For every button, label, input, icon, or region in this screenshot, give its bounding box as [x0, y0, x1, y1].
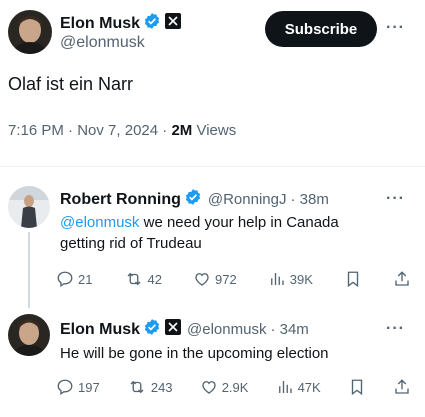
more-options-icon[interactable]: ···: [386, 190, 405, 208]
reply2-author-avatar[interactable]: [8, 314, 50, 356]
reply1-author-name[interactable]: Robert Ronning: [60, 191, 181, 209]
share-icon: [393, 270, 411, 288]
reply2-author-name[interactable]: Elon Musk: [60, 321, 140, 339]
main-author-row: Elon Musk: [60, 12, 182, 35]
bookmark-button[interactable]: [348, 378, 366, 396]
subscribe-button[interactable]: Subscribe: [265, 11, 377, 47]
reply-button[interactable]: 197: [56, 378, 100, 396]
reply2-actions: 197 243 2.9K 47K: [56, 378, 411, 396]
reply1-actions: 21 42 972 39K: [56, 270, 411, 288]
main-author-handle[interactable]: @elonmusk: [60, 34, 145, 52]
reply1-author-handle[interactable]: @RonningJ: [208, 191, 287, 208]
verified-badge-icon: [143, 318, 161, 341]
more-options-icon[interactable]: ···: [386, 19, 405, 37]
verified-badge-icon: [184, 188, 202, 211]
views-label: Views: [196, 122, 237, 139]
bookmark-button[interactable]: [344, 270, 362, 288]
like-count: 972: [215, 271, 237, 287]
reply-button[interactable]: 21: [56, 270, 92, 288]
post-date[interactable]: Nov 7, 2024: [77, 122, 158, 139]
post-time[interactable]: 7:16 PM: [8, 122, 64, 139]
views-count: 39K: [289, 271, 313, 287]
divider: [0, 166, 425, 167]
reply1-header: Robert Ronning @RonningJ · 38m: [60, 188, 329, 211]
main-post-text: Olaf ist ein Narr: [8, 74, 134, 94]
repost-icon: [127, 378, 147, 396]
reply2-author-handle[interactable]: @elonmusk: [187, 321, 266, 338]
repost-button[interactable]: 42: [124, 270, 162, 288]
reply1-author-avatar[interactable]: [8, 186, 50, 228]
reply2-header: Elon Musk @elonmusk · 34m: [60, 318, 309, 341]
share-button[interactable]: [393, 270, 411, 288]
repost-icon: [124, 270, 144, 288]
reply-icon: [56, 378, 74, 396]
views-icon: [268, 270, 286, 288]
reply-icon: [56, 270, 74, 288]
share-icon: [393, 378, 411, 396]
views-button[interactable]: 39K: [268, 270, 313, 288]
thread-line: [28, 232, 30, 308]
reply1-age[interactable]: · 38m: [290, 191, 328, 208]
repost-count: 42: [147, 271, 162, 287]
reply-count: 197: [78, 379, 100, 395]
more-options-icon[interactable]: ···: [386, 320, 405, 338]
bookmark-icon: [348, 378, 366, 396]
like-button[interactable]: 972: [193, 270, 237, 288]
share-button[interactable]: [393, 378, 411, 396]
like-icon: [193, 270, 211, 288]
x-affiliate-icon: [165, 319, 182, 340]
verified-badge-icon: [143, 12, 161, 35]
like-count: 2.9K: [221, 379, 249, 395]
post-meta: 7:16 PM · Nov 7, 2024 · 2M Views: [8, 122, 237, 139]
reply1-text: @elonmusk we need your help in Canada ge…: [60, 214, 339, 252]
main-author-name[interactable]: Elon Musk: [60, 15, 140, 33]
like-button[interactable]: 2.9K: [200, 378, 249, 396]
repost-count: 243: [150, 379, 173, 395]
reply-count: 21: [78, 271, 93, 287]
like-icon: [200, 378, 218, 396]
reply2-age[interactable]: · 34m: [270, 321, 308, 338]
mention-link[interactable]: @elonmusk: [60, 214, 139, 231]
views-icon: [276, 378, 294, 396]
views-count: 2M: [171, 122, 193, 139]
bookmark-icon: [344, 270, 362, 288]
views-button[interactable]: 47K: [276, 378, 321, 396]
main-author-avatar[interactable]: [8, 10, 52, 54]
x-affiliate-icon: [165, 13, 182, 34]
reply2-text: He will be gone in the upcoming election: [60, 345, 329, 362]
views-count: 47K: [297, 379, 321, 395]
repost-button[interactable]: 243: [127, 378, 173, 396]
